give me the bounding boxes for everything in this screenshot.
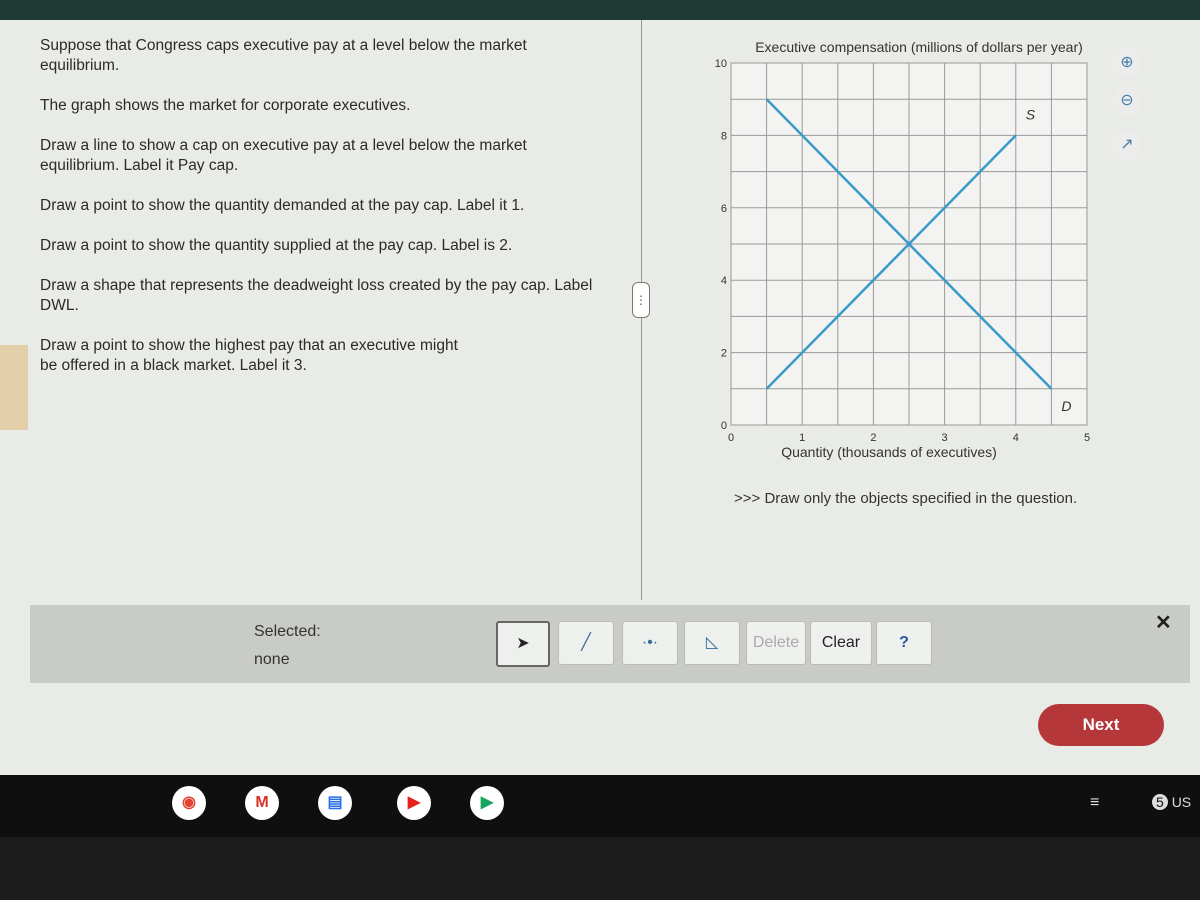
zoom-in-icon[interactable]: ⊕: [1112, 48, 1142, 78]
highlight-marker: [0, 345, 28, 430]
question-paragraph: Draw a point to show the quantity demand…: [40, 197, 525, 214]
pane-resize-handle[interactable]: ⋮: [632, 282, 650, 318]
y-tick-label: 4: [721, 275, 727, 287]
line-icon: ╱: [581, 634, 591, 651]
point-icon: ·•·: [641, 634, 659, 651]
select-tool-button[interactable]: ➤: [496, 621, 550, 667]
question-paragraph: Draw a shape that represents the deadwei…: [40, 277, 593, 314]
close-icon[interactable]: ✕: [1155, 610, 1172, 635]
question-paragraph: The graph shows the market for corporate…: [40, 97, 411, 114]
x-tick-label: 3: [942, 432, 948, 444]
x-tick-label: 0: [728, 432, 734, 444]
x-tick-label: 1: [799, 432, 805, 444]
y-tick-label: 10: [715, 58, 727, 70]
triangle-icon: ◺: [705, 634, 719, 651]
next-button[interactable]: Next: [1038, 704, 1164, 746]
graph[interactable]: 0 1 2 3 4 5 0 2 4 6 8 10 Executive compensation (mil…: [690, 32, 1110, 482]
y-tick-label: 2: [721, 348, 727, 360]
point-tool-button[interactable]: ·•·: [622, 621, 678, 665]
instruction-text: >>> Draw only the objects specified in t…: [734, 490, 1078, 507]
youtube-icon[interactable]: ▶: [397, 786, 431, 820]
help-button[interactable]: ?: [876, 621, 932, 665]
polygon-tool-button[interactable]: ◺: [684, 621, 740, 665]
x-tick-label: 2: [870, 432, 876, 444]
selected-value: none: [254, 651, 290, 668]
question-paragraph: Draw a point to show the highest pay tha…: [40, 337, 458, 374]
zoom-out-icon[interactable]: ⊖: [1112, 86, 1142, 116]
browser-top-bar: [0, 0, 1200, 20]
play-store-icon[interactable]: ▶: [470, 786, 504, 820]
gmail-icon[interactable]: M: [245, 786, 279, 820]
question-text: Suppose that Congress caps executive pay…: [40, 36, 600, 396]
question-paragraph: Draw a line to show a cap on executive p…: [40, 137, 527, 174]
x-axis-title: Quantity (thousands of executives): [781, 444, 997, 460]
docs-icon[interactable]: ▤: [318, 786, 352, 820]
y-tick-label: 8: [721, 130, 727, 142]
line-tool-button[interactable]: ╱: [558, 621, 614, 665]
chrome-icon[interactable]: ◉: [172, 786, 206, 820]
notification-badge: 5: [1152, 794, 1168, 810]
drawing-toolbar: Selected: none ➤ ╱ ·•· ◺ Delete Clear ?: [30, 605, 1190, 683]
question-page: Suppose that Congress caps executive pay…: [0, 20, 1200, 775]
delete-button[interactable]: Delete: [746, 621, 806, 665]
y-axis-title: Executive compensation (millions of doll…: [755, 39, 1083, 55]
question-paragraph: Suppose that Congress caps executive pay…: [40, 37, 527, 74]
ime-icon[interactable]: ≡: [1090, 794, 1099, 812]
curve-label-d: D: [1061, 398, 1071, 414]
y-tick-label: 6: [721, 203, 727, 215]
selected-label: Selected:: [254, 623, 321, 640]
clear-button[interactable]: Clear: [810, 621, 872, 665]
x-tick-label: 5: [1084, 432, 1090, 444]
locale-label: US: [1171, 794, 1192, 810]
curve-label-s: S: [1026, 106, 1036, 122]
status-area[interactable]: 5 US: [1152, 794, 1191, 810]
popout-icon[interactable]: ↗: [1112, 130, 1142, 160]
y-tick-label: 0: [721, 420, 727, 432]
question-paragraph: Draw a point to show the quantity suppli…: [40, 237, 513, 254]
cursor-icon: ➤: [516, 635, 530, 652]
x-tick-label: 4: [1013, 432, 1019, 444]
